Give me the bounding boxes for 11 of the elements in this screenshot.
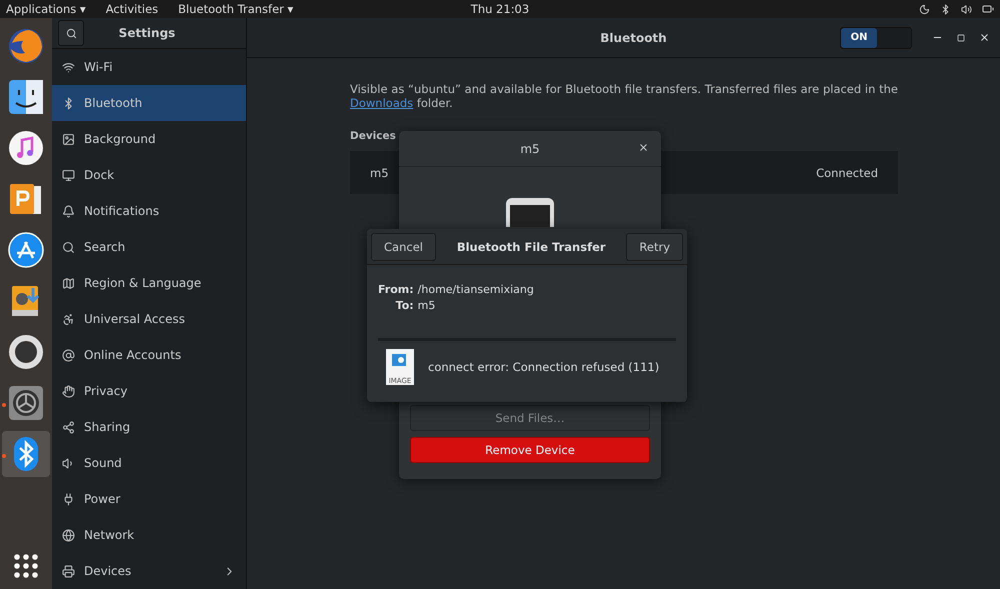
devices-heading: Devices: [350, 130, 397, 142]
error-message: connect error: Connection refused (111): [428, 360, 660, 374]
from-path: /home/tiansemixiang: [418, 283, 535, 296]
from-label: From:: [378, 283, 414, 296]
to-device: m5: [418, 299, 436, 312]
dialog-title: m5: [520, 142, 540, 156]
page-title: Bluetooth: [599, 30, 668, 44]
sidebar-title: Settings: [118, 26, 176, 40]
description-text: Visible as “ubuntu” and available for Bluetooth file transfers. Transferred files are placed in the Downloads folder.: [350, 82, 898, 110]
dialog-title: Bluetooth File Transfer: [456, 240, 607, 254]
to-label: To:: [394, 299, 414, 312]
